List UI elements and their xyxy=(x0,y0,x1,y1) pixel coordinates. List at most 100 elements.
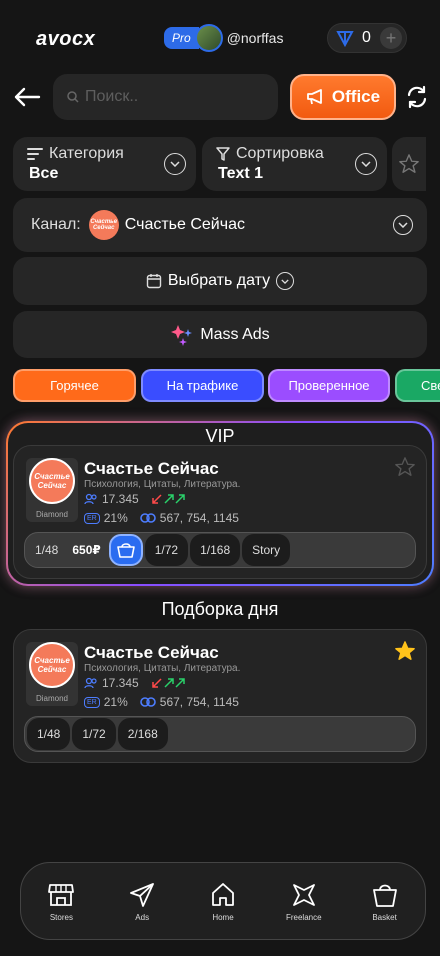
nav-freelance[interactable]: Freelance xyxy=(274,881,334,922)
pricing-slots: 1/48 650₽ 1/72 1/168 Story xyxy=(24,532,416,568)
subscribers-count: 17.345 xyxy=(102,492,139,506)
er-icon: ER xyxy=(84,512,100,524)
nav-freelance-label: Freelance xyxy=(285,912,322,922)
nav-basket[interactable]: Basket xyxy=(355,881,415,922)
store-icon xyxy=(48,883,75,906)
pill-hot[interactable]: Горячее xyxy=(13,369,136,402)
slot-1-72[interactable]: 1/72 xyxy=(144,534,189,566)
pill-new[interactable]: Све xyxy=(395,369,440,402)
views-icon xyxy=(139,697,156,707)
users-icon xyxy=(84,493,97,505)
office-button[interactable]: Office xyxy=(290,74,396,120)
date-button-label: Выбрать дату xyxy=(167,272,271,289)
pill-traffic[interactable]: На трафике xyxy=(141,369,264,402)
channel-selector[interactable]: Канал: Счастье Сейчас Счастье Сейчас xyxy=(13,198,427,252)
subscribers-stat: 17.345 xyxy=(84,492,187,506)
channel-name: Счастье Сейчас xyxy=(84,459,219,478)
subscribers-count: 17.345 xyxy=(102,676,139,690)
channel-tags: Психология, Цитаты, Литература. xyxy=(84,663,241,674)
chevron-down-icon xyxy=(164,153,186,175)
nav-basket-label: Basket xyxy=(372,912,397,922)
pricing-slots: 1/48 1/72 2/168 xyxy=(24,716,416,752)
mass-ads-label: Mass Ads xyxy=(200,325,270,343)
slot-story[interactable]: Story xyxy=(242,534,291,566)
star-filled-icon[interactable] xyxy=(394,640,416,667)
channel-avatar: Счастье Сейчас xyxy=(29,642,75,688)
back-arrow-icon[interactable] xyxy=(12,82,42,117)
nav-home-label: Home xyxy=(212,912,234,922)
slot-2-168[interactable]: 2/168 xyxy=(117,718,168,750)
category-value: Все xyxy=(29,165,59,182)
er-value: 21% xyxy=(103,695,128,709)
engagement-stat: ER 21% 567, 754, 1145 xyxy=(84,695,239,709)
views-icon xyxy=(139,513,156,523)
pro-badge: Pro xyxy=(164,27,199,49)
favorites-button[interactable] xyxy=(392,137,426,191)
star-icon xyxy=(399,154,419,173)
slot-1-72[interactable]: 1/72 xyxy=(72,718,116,750)
channel-avatar: Счастье Сейчас xyxy=(88,210,119,240)
user-profile[interactable]: Pro @norffas xyxy=(164,24,283,52)
star-icon[interactable] xyxy=(394,456,416,483)
vip-title: VIP xyxy=(205,426,235,446)
refresh-icon[interactable] xyxy=(405,84,429,115)
channel-badge-box: Счастье Сейчас Diamond xyxy=(26,642,78,706)
reach-values: 567, 754, 1145 xyxy=(159,695,239,709)
vip-channel-card[interactable]: Счастье Сейчас Diamond Счастье Сейчас Пс… xyxy=(13,445,427,579)
engagement-stat: ER 21% 567, 754, 1145 xyxy=(84,511,239,525)
nav-home[interactable]: Home xyxy=(193,881,253,922)
office-label: Office xyxy=(331,87,381,106)
slot-1-48[interactable]: 1/48 xyxy=(27,534,64,566)
slot-1-168[interactable]: 1/168 xyxy=(190,534,241,566)
er-icon: ER xyxy=(84,696,100,708)
wallet-balance[interactable]: 0 + xyxy=(327,23,407,53)
sort-label: Сортировка xyxy=(236,145,324,162)
app-logo: avocx xyxy=(36,28,96,50)
add-funds-button[interactable]: + xyxy=(380,27,402,49)
slot-1-48[interactable]: 1/48 xyxy=(27,718,71,750)
calendar-icon xyxy=(146,274,162,289)
nav-ads[interactable]: Ads xyxy=(112,881,172,922)
chevron-down-icon xyxy=(393,215,413,235)
chevron-down-icon xyxy=(276,272,295,290)
nav-stores[interactable]: Stores xyxy=(31,881,91,922)
daily-channel-card[interactable]: Счастье Сейчас Diamond Счастье Сейчас Пс… xyxy=(13,629,427,763)
list-icon xyxy=(27,148,43,160)
username: @norffas xyxy=(226,30,284,46)
channel-tags: Психология, Цитаты, Литература. xyxy=(84,479,241,490)
search-input[interactable] xyxy=(85,88,265,106)
avatar xyxy=(194,24,223,52)
sparkle-star-icon xyxy=(292,883,315,906)
channel-avatar: Счастье Сейчас xyxy=(29,458,75,504)
mass-ads-button[interactable]: Mass Ads xyxy=(13,311,427,358)
nav-stores-label: Stores xyxy=(49,912,73,922)
sort-value: Text 1 xyxy=(218,165,264,182)
nav-ads-label: Ads xyxy=(135,912,150,922)
price-value: 650₽ xyxy=(72,543,101,557)
pill-verified[interactable]: Проверенное xyxy=(268,369,390,402)
date-picker-button[interactable]: Выбрать дату xyxy=(13,257,427,305)
er-value: 21% xyxy=(103,511,128,525)
send-icon xyxy=(130,882,155,907)
subscribers-stat: 17.345 xyxy=(84,676,187,690)
users-icon xyxy=(84,677,97,689)
wallet-value: 0 xyxy=(362,29,371,46)
channel-badge-box: Счастье Сейчас Diamond xyxy=(26,458,78,522)
bottom-navigation: Stores Ads Home Freelance Basket xyxy=(20,862,426,940)
daily-pick-title: Подборка дня xyxy=(161,599,279,619)
category-label: Категория xyxy=(49,145,124,162)
ton-icon xyxy=(336,31,354,47)
channel-name: Счастье Сейчас xyxy=(84,643,219,662)
sort-filter[interactable]: Сортировка Text 1 xyxy=(202,137,387,191)
basket-add-button[interactable] xyxy=(108,534,143,566)
basket-icon xyxy=(372,884,397,907)
category-filter[interactable]: Категория Все xyxy=(13,137,196,191)
filter-icon xyxy=(216,147,230,161)
search-icon xyxy=(67,91,79,103)
search-bar xyxy=(53,74,278,120)
channel-name: Счастье Сейчас xyxy=(124,216,245,233)
home-icon xyxy=(212,882,234,906)
sparkle-icon xyxy=(171,324,193,346)
megaphone-icon xyxy=(307,89,322,105)
chevron-down-icon xyxy=(355,153,377,175)
